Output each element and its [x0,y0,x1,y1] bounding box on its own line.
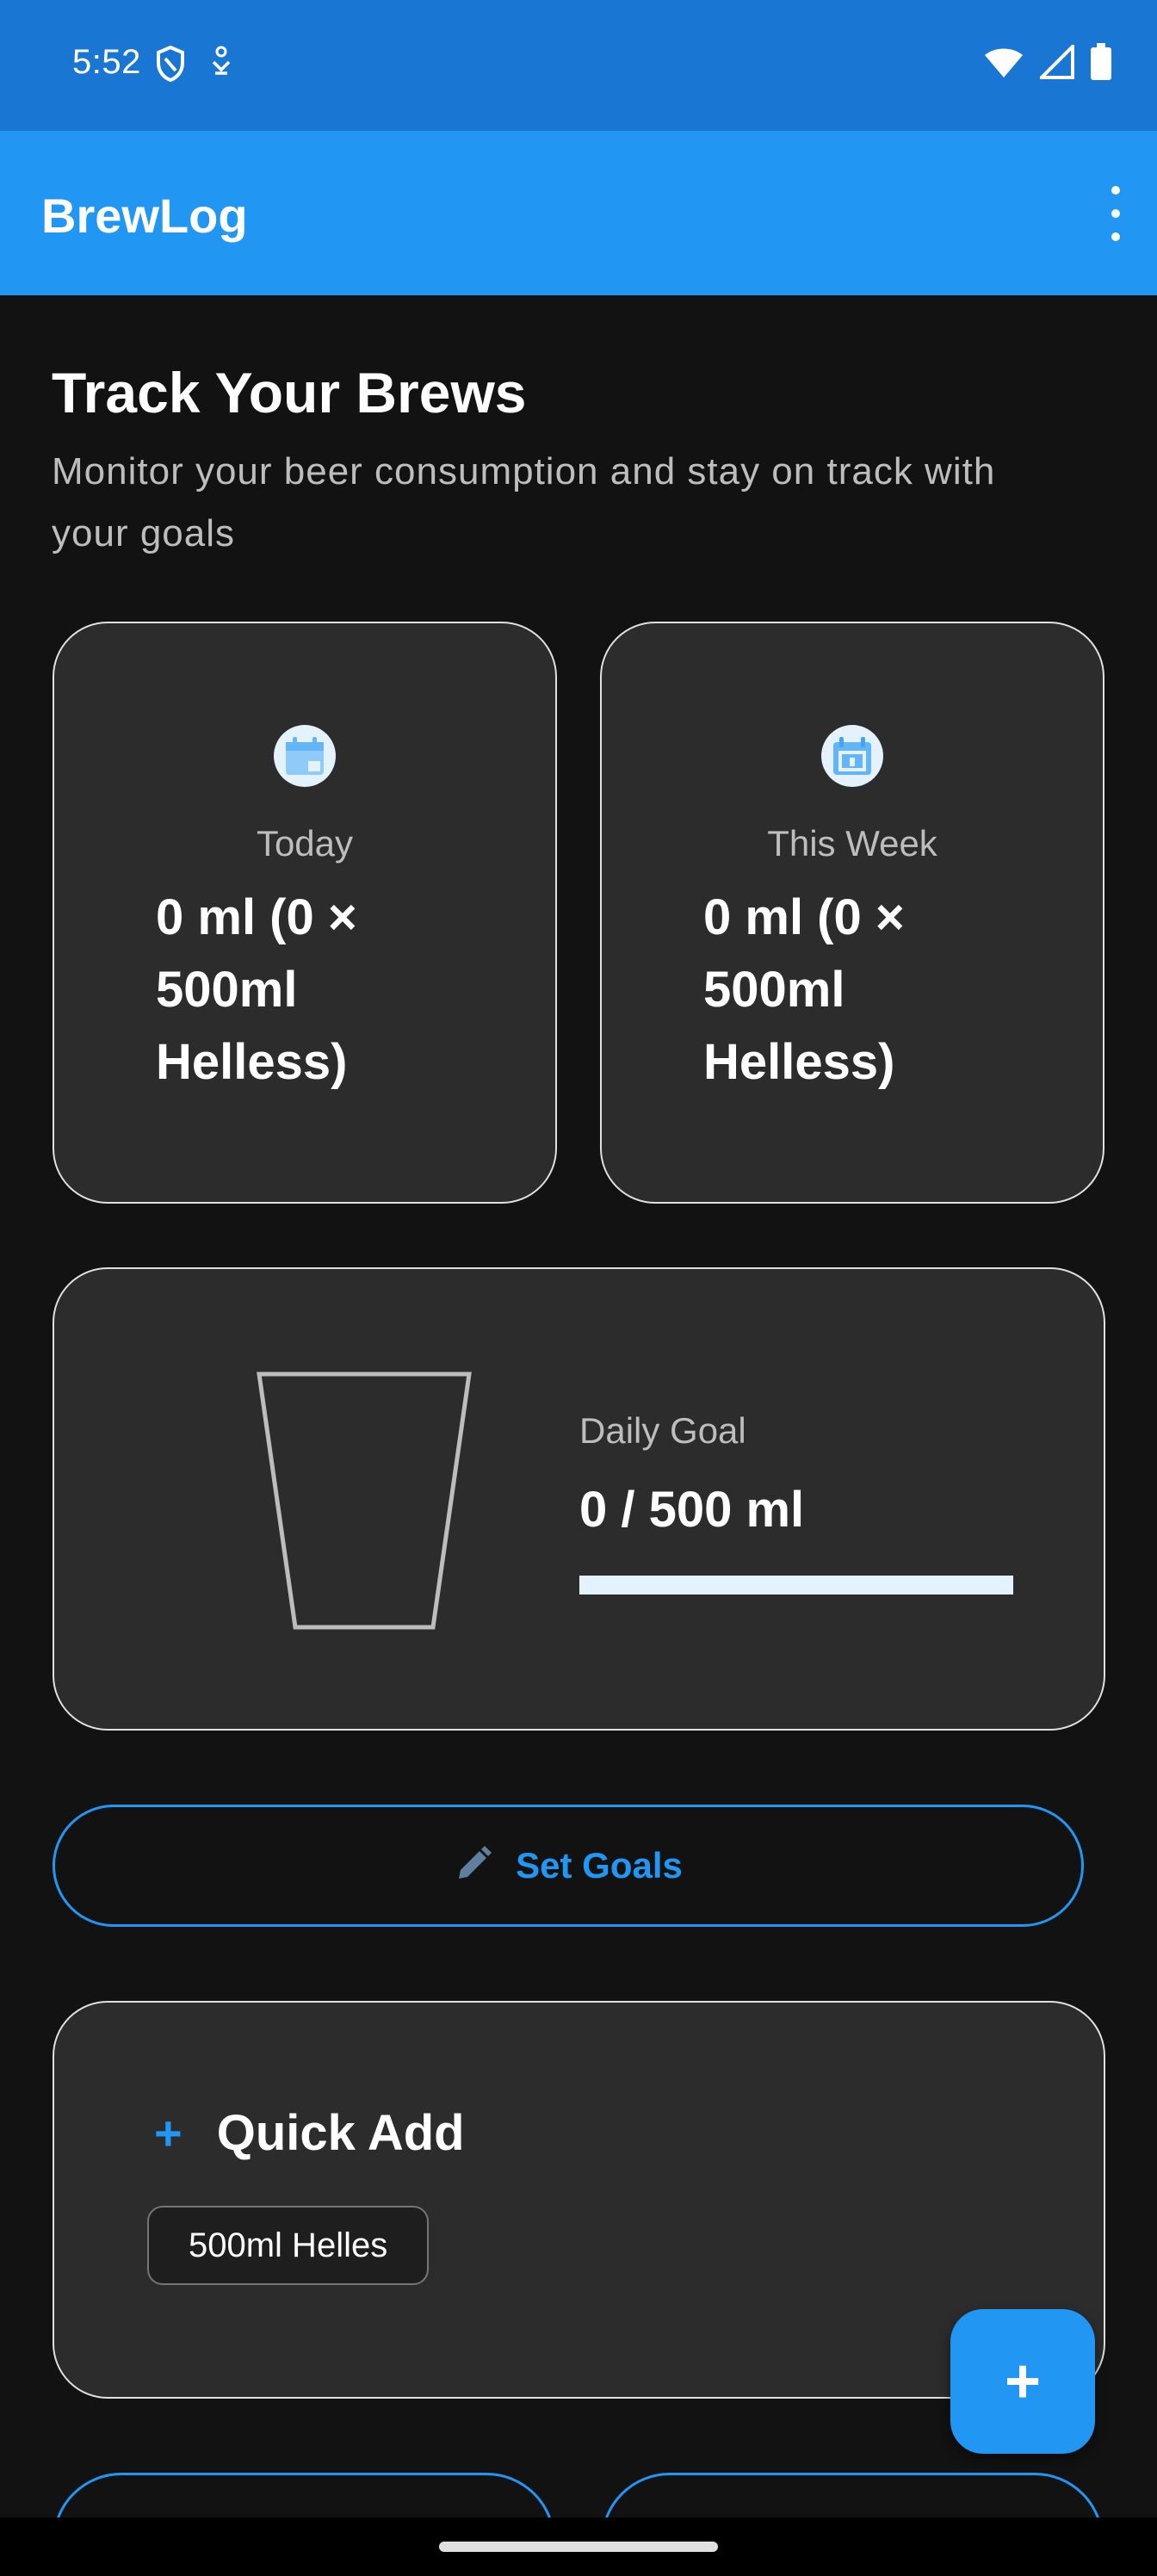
quick-add-header: + Quick Add [154,2104,465,2162]
quick-add-chip[interactable]: 500ml Helles [147,2206,430,2285]
shield-icon [155,45,186,87]
daily-goal-value: 0 / 500 ml [579,1482,805,1538]
more-options-icon[interactable] [1097,186,1135,241]
app-title: BrewLog [41,189,248,243]
page-title: Track Your Brews [52,361,527,424]
status-bar: 5:52 [0,0,1157,131]
status-right-icons [983,42,1112,85]
status-left-icons [155,45,234,87]
bottom-cards-partial [0,2473,1157,2517]
wifi-icon [983,45,1024,84]
edit-icon [454,1844,493,1888]
add-drink-fab[interactable]: + [950,2309,1095,2454]
daily-goal-card: Daily Goal 0 / 500 ml [53,1267,1105,1731]
beer-glass-icon [254,1369,478,1640]
page-subtitle: Monitor your beer consumption and stay o… [52,450,996,554]
battery-icon [1090,43,1112,85]
set-goals-button[interactable]: Set Goals [53,1805,1084,1927]
add-icon: + [1004,2347,1042,2416]
partial-card-left[interactable] [53,2473,555,2517]
app-bar: BrewLog [0,131,1157,295]
today-label: Today [256,823,354,864]
status-time: 5:52 [72,43,141,81]
navigation-bar [0,2517,1157,2576]
week-label: This Week [767,823,937,864]
partial-card-right[interactable] [601,2473,1104,2517]
quick-add-card: + Quick Add 500ml Helles [53,2001,1105,2399]
set-goals-label: Set Goals [516,1845,683,1886]
download-icon [208,45,234,87]
week-card: This Week 0 ml (0 × 500ml Helless) [600,622,1104,1204]
today-card: Today 0 ml (0 × 500ml Helless) [53,622,557,1204]
quick-add-title: Quick Add [216,2105,465,2161]
signal-icon [1037,42,1074,84]
calendar-week-icon [821,725,883,787]
plus-icon: + [154,2105,183,2160]
week-value: 0 ml (0 × 500ml Helless) [703,889,905,1090]
today-value: 0 ml (0 × 500ml Helless) [156,889,357,1090]
calendar-today-icon [274,725,336,787]
daily-goal-progress-bar [579,1576,1013,1595]
daily-goal-label: Daily Goal [579,1410,746,1451]
home-gesture-handle[interactable] [439,2542,718,2552]
